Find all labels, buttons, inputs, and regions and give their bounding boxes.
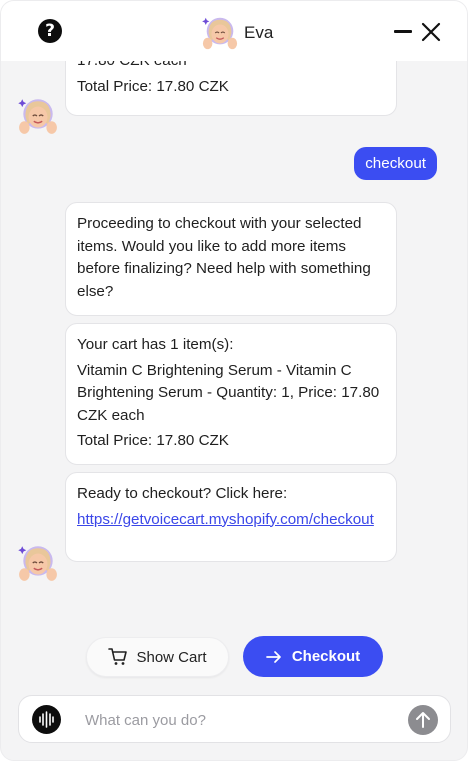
checkout-label: Checkout — [291, 648, 361, 665]
show-cart-label: Show Cart — [136, 648, 207, 666]
bot-message-checkout-link: Ready to checkout? Click here: https://g… — [65, 472, 397, 562]
chat-widget: ? Eva 17.80 CZK each Total Price: 17.80 … — [0, 0, 468, 761]
message-text: Ready to checkout? Click here: — [77, 485, 288, 502]
bot-avatar-icon — [18, 546, 57, 581]
help-icon[interactable]: ? — [38, 19, 62, 43]
assistant-avatar-icon — [202, 17, 238, 50]
message-input[interactable] — [85, 708, 395, 732]
close-icon[interactable] — [421, 22, 441, 42]
assistant-name: Eva — [244, 23, 274, 42]
bot-message-cart-summary: 17.80 CZK each Total Price: 17.80 CZK — [65, 61, 397, 116]
message-line: Your cart has 1 item(s): — [77, 336, 234, 353]
soundwave-icon — [39, 711, 54, 728]
voice-input-icon[interactable] — [32, 705, 61, 734]
user-message: checkout — [354, 147, 437, 180]
message-line: Total Price: 17.80 CZK — [77, 77, 229, 95]
message-line: 17.80 CZK each — [77, 61, 385, 73]
message-line: Vitamin C Brightening Serum - Vitamin C … — [77, 361, 380, 424]
checkout-link[interactable]: https://getvoicecart.myshopify.com/check… — [77, 511, 374, 528]
bot-message-proceeding: Proceeding to checkout with your selecte… — [65, 202, 397, 316]
minimize-icon[interactable] — [394, 30, 412, 33]
checkout-button[interactable]: Checkout — [243, 636, 383, 677]
message-list[interactable]: 17.80 CZK each Total Price: 17.80 CZK ch… — [1, 61, 467, 621]
chat-header: ? Eva — [1, 1, 467, 61]
cart-icon — [108, 648, 128, 665]
show-cart-button[interactable]: Show Cart — [86, 637, 229, 677]
arrow-up-icon — [416, 712, 430, 728]
send-button[interactable] — [408, 705, 438, 735]
message-composer — [18, 695, 451, 743]
message-text: Proceeding to checkout with your selecte… — [77, 215, 371, 300]
arrow-right-icon — [265, 650, 281, 663]
bot-avatar-icon — [18, 99, 57, 134]
bot-message-cart: Your cart has 1 item(s): Vitamin C Brigh… — [65, 323, 397, 465]
message-line: Total Price: 17.80 CZK — [77, 432, 229, 449]
